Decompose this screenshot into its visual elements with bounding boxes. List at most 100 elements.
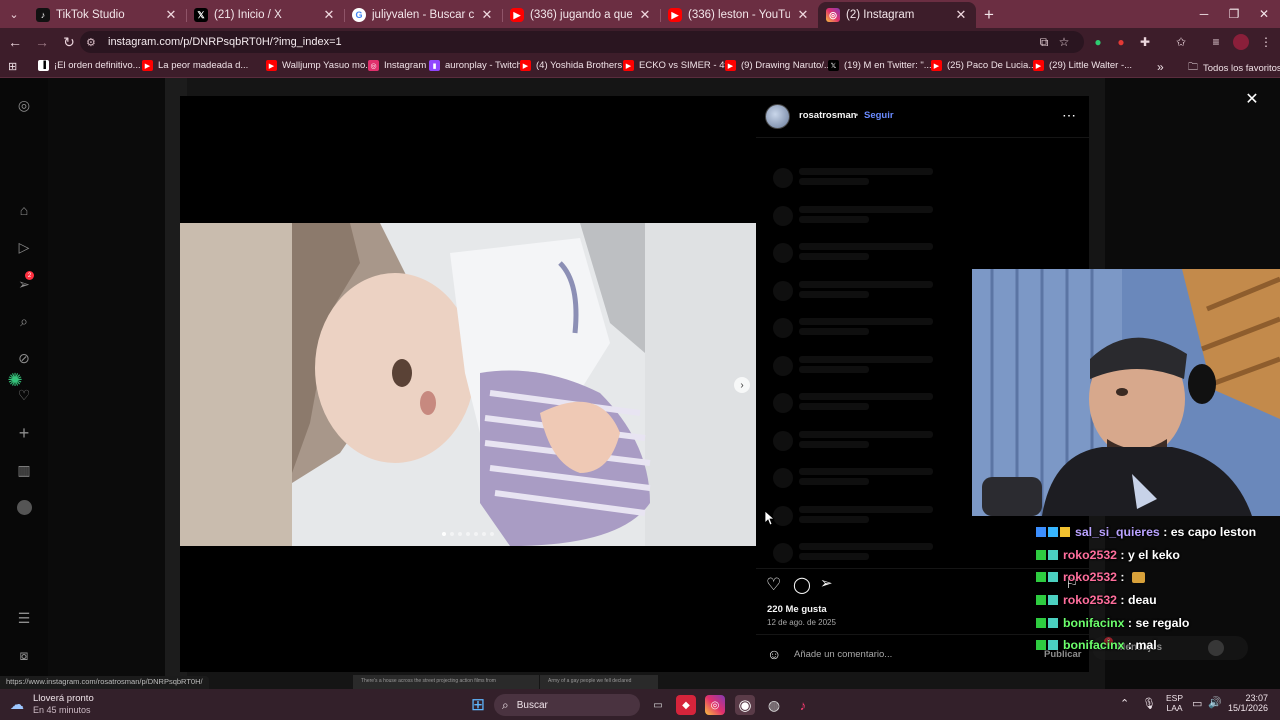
post-photo[interactable]: › [180,223,756,546]
app-red-icon[interactable]: ◆ [676,695,696,715]
bookmark-item[interactable]: ▶ (25) Paco De Lucia... [931,60,1036,71]
chrome-taskbar-icon[interactable]: ◉ [735,695,755,715]
bookmark-item[interactable]: ▶ La peor madeada d... [142,60,248,71]
youtube-icon: ▶ [668,8,682,22]
all-bookmarks-folder[interactable]: 🗀 Todos los favoritos [1188,60,1280,77]
tab-google-search[interactable]: G juliyvalen - Buscar con Google ✕ [344,2,502,28]
address-bar[interactable]: ⚙ instagram.com/p/DNRPsqbRT0H/?img_index… [80,31,1084,53]
close-tab-icon[interactable]: ✕ [480,7,494,23]
close-window-icon[interactable]: ✕ [1248,0,1280,28]
chat-username: roko2532 [1063,547,1118,562]
chat-message: sal_si_quieres : es capo leston [1036,521,1280,544]
close-tab-icon[interactable]: ✕ [954,7,968,23]
new-tab-button[interactable]: + [976,2,1002,28]
more-menu-icon[interactable]: ☰ [15,609,33,627]
comment-input[interactable]: Añade un comentario... [794,649,892,660]
bookmark-item[interactable]: ◎ Instagram [368,60,426,71]
favorites-icon[interactable]: ✩ [1173,34,1189,50]
volume-icon[interactable]: 🔊 [1208,696,1222,709]
minimize-icon[interactable]: ─ [1188,0,1220,28]
home-icon[interactable]: ⌂ [15,201,33,219]
tab-title: (336) leston - YouTube [688,9,790,21]
author-username[interactable]: rosatrosman [799,110,857,121]
chat-badge-icon [1036,572,1046,583]
obs-taskbar-icon[interactable]: ◍ [764,695,784,715]
close-tab-icon[interactable]: ✕ [796,7,810,23]
reels-icon[interactable]: ▷ [15,238,33,256]
back-arrow-icon[interactable]: ← [3,30,27,54]
site-info-icon[interactable]: ⚙ [86,36,102,49]
instagram-taskbar-icon[interactable]: ◎ [705,695,725,715]
bookmarks-bar: ⊞ ▐ ¡El orden definitivo... ▶ La peor made… [0,56,1280,78]
bookmark-label: Walljump Yasuo mo... [282,60,374,71]
likes-count[interactable]: 220 Me gusta [767,604,827,615]
more-options-icon[interactable]: ⋯ [1062,107,1076,124]
microphone-icon[interactable]: 🎙 [1142,697,1156,710]
close-tab-icon[interactable]: ✕ [164,7,178,23]
tab-search-chevron-icon[interactable]: ⌄ [0,0,28,28]
bookmark-label: (29) Little Walter -... [1049,60,1133,71]
explore-icon[interactable]: ⊘ [15,349,33,367]
profile-avatar[interactable] [15,498,33,516]
instagram-sidebar: ◎ ⌂ ▷ ➢ 2 ⌕ ⊘ ✺ ♡ + ▥ ☰ ⧇ [0,78,48,689]
notifications-heart-icon[interactable]: ♡ [15,386,33,404]
forward-arrow-icon[interactable]: → [30,30,54,54]
dashboard-icon[interactable]: ▥ [15,461,33,479]
tab-x-inicio[interactable]: 𝕏 (21) Inicio / X ✕ [186,2,344,28]
network-icon[interactable]: ▭ [1192,697,1202,710]
more-menu-icon[interactable]: ⋮ [1258,34,1274,50]
profile-avatar-icon[interactable] [1233,34,1249,50]
create-plus-icon[interactable]: + [15,423,33,443]
bookmark-item[interactable]: ▐ ¡El orden definitivo... [38,60,141,71]
bookmark-item[interactable]: ▶ (4) Yoshida Brothers... [520,60,630,71]
comment-bubble-icon[interactable]: ◯ [793,575,811,595]
carousel-dot [458,532,462,536]
bookmark-item[interactable]: ▶ (9) Drawing Naruto/... [725,60,832,71]
carousel-dot [450,532,454,536]
tab-youtube-1[interactable]: ▶ (336) jugando a que no te due ✕ [502,2,660,28]
bookmark-item[interactable]: ▮ auronplay - Twitch [429,60,522,71]
clock-date: 15/1/2026 [1228,703,1269,713]
like-heart-icon[interactable]: ♡ [766,575,781,595]
tab-title: (336) jugando a que no te due [530,9,632,21]
extension-green-icon[interactable]: ● [1090,34,1106,50]
restore-icon[interactable]: ❐ [1218,0,1250,28]
next-image-chevron-icon[interactable]: › [734,377,750,393]
tab-title: (21) Inicio / X [214,9,282,21]
bookmark-star-icon[interactable]: ☆ [1056,34,1072,50]
also-from-meta-icon[interactable]: ⧇ [15,646,33,664]
bookmark-item[interactable]: 𝕏 (19) M en Twitter: "... [828,60,932,71]
more-bookmarks-chevron[interactable]: » [1157,60,1164,74]
bookmark-item[interactable]: ▶ (29) Little Walter -... [1033,60,1132,71]
tray-chevron-icon[interactable]: ⌃ [1120,697,1129,710]
close-tab-icon[interactable]: ✕ [638,7,652,23]
chat-username: roko2532 [1063,570,1118,585]
tab-youtube-2[interactable]: ▶ (336) leston - YouTube ✕ [660,2,818,28]
reading-list-icon[interactable]: ≡ [1208,34,1224,50]
extensions-puzzle-icon[interactable]: ✚ [1137,34,1153,50]
bookmark-item[interactable]: ▶ ECKO vs SIMER - 4t... [623,60,735,71]
extension-red-icon[interactable]: ● [1113,34,1129,50]
tab-instagram[interactable]: ◎ (2) Instagram ✕ [818,2,976,28]
close-tab-icon[interactable]: ✕ [322,7,336,23]
follow-button[interactable]: Seguir [864,110,894,121]
clock[interactable]: 23:07 15/1/2026 [1228,693,1268,713]
share-paper-plane-icon[interactable]: ➢ [820,574,833,592]
windows-start-icon[interactable]: ⊞ [468,695,488,715]
apps-grid-icon[interactable]: ⊞ [8,60,17,73]
instagram-logo-icon[interactable]: ◎ [15,96,33,114]
author-avatar[interactable] [765,104,790,129]
direct-messages-icon[interactable]: ➢ 2 [15,271,34,293]
file-explorer-icon[interactable]: ▭ [648,695,668,715]
emoji-picker-icon[interactable]: ☺ [767,646,781,662]
bookmark-item[interactable]: ▶ Walljump Yasuo mo... [266,60,373,71]
tiktok-taskbar-icon[interactable]: ♪ [793,695,813,715]
tab-tiktok-studio[interactable]: ♪ TikTok Studio ✕ [28,2,186,28]
reload-icon[interactable]: ↻ [57,30,81,54]
weather-title[interactable]: Lloverá pronto [33,693,94,704]
install-app-icon[interactable]: ⧉ [1036,34,1052,50]
search-icon[interactable]: ⌕ [15,312,33,330]
language-indicator[interactable]: ESP LAA [1166,693,1183,713]
close-modal-icon[interactable]: ✕ [1243,90,1261,108]
taskbar-search[interactable]: ⌕ Buscar [494,694,640,716]
